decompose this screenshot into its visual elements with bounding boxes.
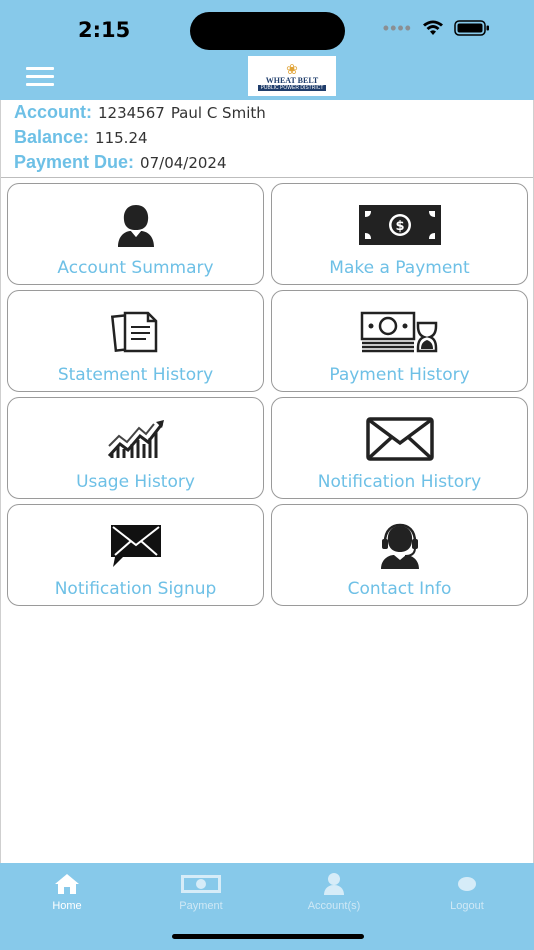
contact-info-tile[interactable]: Contact Info	[271, 504, 528, 606]
payment-history-label: Payment History	[329, 365, 470, 385]
tab-accounts-label: Account(s)	[307, 900, 361, 912]
account-number: 1234567	[98, 104, 165, 122]
payment-due-row: Payment Due: 07/04/2024	[14, 152, 227, 173]
status-bar: 2:15 ••••	[0, 0, 534, 55]
trend-chart-icon	[107, 420, 164, 458]
envelope-icon	[365, 417, 434, 461]
tab-payment[interactable]: Payment	[151, 871, 251, 912]
battery-icon	[454, 20, 489, 36]
headset-agent-icon	[380, 523, 419, 569]
account-name: Paul C Smith	[170, 104, 266, 122]
status-time: 2:15	[78, 18, 131, 42]
payment-due-label: Payment Due:	[14, 152, 135, 172]
contact-info-label: Contact Info	[347, 579, 452, 599]
balance-row: Balance: 115.24	[14, 127, 148, 148]
make-a-payment-tile[interactable]: $ Make a Payment	[271, 183, 528, 285]
user-icon	[117, 205, 154, 247]
home-icon	[55, 874, 79, 894]
account-summary-tile[interactable]: Account Summary	[7, 183, 264, 285]
payment-history-tile[interactable]: Payment History	[271, 290, 528, 392]
tab-home[interactable]: Home	[17, 871, 117, 912]
tab-logout[interactable]: Logout	[417, 871, 517, 912]
balance-label: Balance:	[14, 127, 90, 147]
logout-icon	[458, 877, 476, 891]
money-bill-icon: $	[358, 205, 441, 245]
balance-value: 115.24	[95, 129, 148, 147]
wheat-belt-logo: ❀ WHEAT BELT PUBLIC POWER DISTRICT	[248, 56, 336, 96]
money-hourglass-icon	[360, 311, 437, 353]
notification-signup-tile[interactable]: Notification Signup	[7, 504, 264, 606]
usage-history-label: Usage History	[76, 472, 195, 492]
notification-history-label: Notification History	[317, 472, 482, 492]
home-indicator	[172, 934, 364, 939]
wifi-icon	[423, 20, 443, 35]
account-summary-label: Account Summary	[57, 258, 214, 278]
tab-home-label: Home	[52, 900, 82, 912]
payment-due-value: 07/04/2024	[140, 154, 227, 172]
status-icons: ••••	[382, 18, 490, 38]
account-info-panel: Account: 1234567 Paul C Smith Balance: 1…	[0, 100, 534, 178]
svg-text:$: $	[395, 219, 404, 234]
wheat-logo-icon: ❀	[286, 60, 298, 77]
account-row: Account: 1234567 Paul C Smith	[14, 102, 266, 123]
message-envelope-icon	[110, 525, 161, 567]
money-icon	[181, 875, 221, 893]
notification-signup-label: Notification Signup	[54, 579, 217, 599]
dynamic-island	[190, 12, 345, 50]
logo-subtitle: PUBLIC POWER DISTRICT	[257, 84, 327, 91]
tab-payment-label: Payment	[179, 900, 223, 912]
documents-icon	[110, 311, 157, 353]
nav-bar: ❀ WHEAT BELT PUBLIC POWER DISTRICT	[0, 55, 534, 100]
hamburger-menu-icon[interactable]	[26, 67, 54, 87]
user-icon	[324, 873, 344, 895]
make-a-payment-label: Make a Payment	[329, 258, 470, 278]
tab-logout-label: Logout	[450, 900, 484, 912]
notification-history-tile[interactable]: Notification History	[271, 397, 528, 499]
signal-icon: ••••	[382, 18, 412, 38]
usage-history-tile[interactable]: Usage History	[7, 397, 264, 499]
account-label: Account:	[14, 102, 92, 122]
tab-accounts[interactable]: Account(s)	[284, 871, 384, 912]
statement-history-tile[interactable]: Statement History	[7, 290, 264, 392]
logo-title: WHEAT BELT	[265, 75, 319, 85]
statement-history-label: Statement History	[57, 365, 214, 385]
left-border	[0, 100, 1, 863]
